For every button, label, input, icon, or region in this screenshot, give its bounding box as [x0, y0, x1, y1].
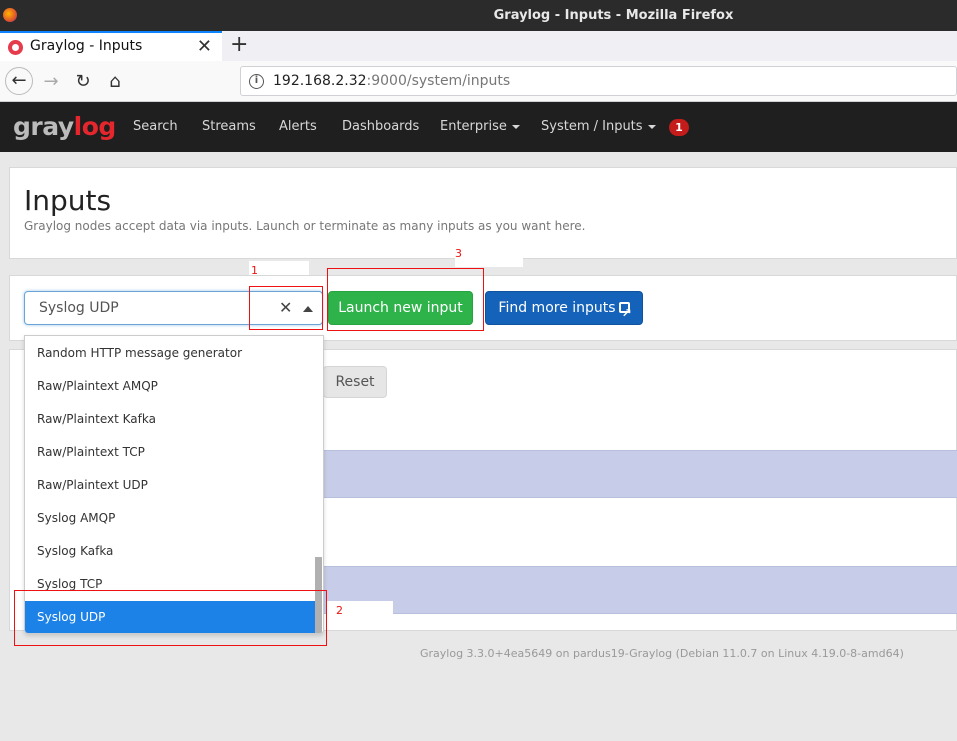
find-more-inputs-button[interactable]: Find more inputs — [485, 291, 643, 329]
input-row-band — [323, 450, 957, 498]
notification-badge[interactable]: 1 — [669, 119, 689, 136]
dropdown-option[interactable]: Raw/Plaintext TCP — [25, 436, 315, 469]
find-more-inputs-label: Find more inputs — [498, 300, 616, 316]
page-description: Graylog nodes accept data via inputs. La… — [24, 219, 586, 233]
external-link-icon — [618, 297, 632, 329]
nav-enterprise-label: Enterprise — [440, 119, 507, 134]
browser-tab[interactable]: Graylog - Inputs ✕ — [0, 31, 222, 61]
url-path: :9000/system/inputs — [366, 73, 511, 89]
browser-navbar: ← → ↻ ⌂ i 192.168.2.32:9000/system/input… — [0, 61, 957, 102]
window-titlebar: Graylog - Inputs - Mozilla Firefox — [0, 0, 957, 31]
logo-gray: gray — [13, 112, 74, 141]
tab-bar: Graylog - Inputs ✕ + — [0, 31, 957, 61]
annotation-patch — [249, 261, 309, 275]
nav-system-label: System / Inputs — [541, 119, 643, 134]
dropdown-option[interactable]: Syslog AMQP — [25, 502, 315, 535]
annotation-label-2: 2 — [336, 604, 343, 617]
page-footer: Graylog 3.3.0+4ea5649 on pardus19-Graylo… — [420, 647, 904, 660]
annotation-label-1: 1 — [251, 264, 258, 277]
nav-streams[interactable]: Streams — [202, 119, 256, 134]
new-tab-button[interactable]: + — [230, 32, 248, 57]
annotation-box-3 — [327, 268, 484, 331]
page-title: Inputs — [24, 184, 112, 217]
nav-dashboards[interactable]: Dashboards — [342, 119, 419, 134]
nav-enterprise[interactable]: Enterprise — [440, 119, 520, 134]
tab-close-icon[interactable]: ✕ — [197, 36, 212, 57]
caret-down-icon — [511, 124, 520, 129]
back-arrow-icon[interactable]: ← — [5, 67, 33, 95]
nav-search[interactable]: Search — [133, 119, 178, 134]
forward-arrow-icon[interactable]: → — [38, 69, 64, 95]
graylog-navbar: graylog Search Streams Alerts Dashboards… — [0, 102, 957, 152]
graylog-logo[interactable]: graylog — [13, 112, 116, 141]
annotation-patch — [455, 253, 523, 267]
annotation-label-3: 3 — [455, 247, 462, 260]
info-icon[interactable]: i — [249, 74, 264, 89]
nav-alerts[interactable]: Alerts — [279, 119, 317, 134]
window-title: Graylog - Inputs - Mozilla Firefox — [493, 8, 734, 23]
graylog-favicon-icon — [8, 40, 23, 55]
dropdown-option[interactable]: Random HTTP message generator — [25, 337, 315, 370]
dropdown-option[interactable]: Raw/Plaintext Kafka — [25, 403, 315, 436]
reset-button[interactable]: Reset — [323, 366, 387, 398]
title-panel — [9, 167, 957, 259]
dropdown-option[interactable]: Raw/Plaintext AMQP — [25, 370, 315, 403]
dropdown-option[interactable]: Syslog Kafka — [25, 535, 315, 568]
select-value: Syslog UDP — [39, 300, 119, 316]
caret-down-icon — [647, 124, 656, 129]
input-row-band — [323, 566, 957, 614]
home-icon[interactable]: ⌂ — [102, 69, 128, 95]
url-text: 192.168.2.32:9000/system/inputs — [273, 73, 510, 89]
url-host: 192.168.2.32 — [273, 73, 367, 89]
dropdown-option[interactable]: Raw/Plaintext UDP — [25, 469, 315, 502]
reload-icon[interactable]: ↻ — [70, 69, 96, 95]
nav-system-inputs[interactable]: System / Inputs — [541, 119, 656, 134]
logo-log: log — [73, 112, 117, 141]
annotation-box-1 — [249, 286, 323, 330]
url-bar[interactable]: i 192.168.2.32:9000/system/inputs — [240, 66, 957, 96]
tab-title: Graylog - Inputs — [30, 38, 143, 54]
annotation-box-2 — [14, 590, 327, 646]
